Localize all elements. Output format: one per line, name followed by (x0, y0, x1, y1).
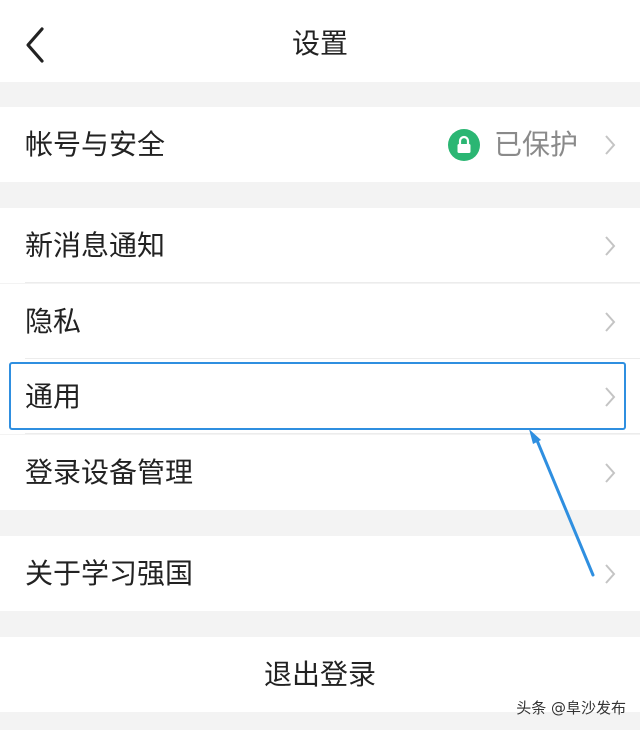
chevron-right-icon (605, 563, 616, 584)
account-security-label: 帐号与安全 (25, 127, 166, 161)
account-status-text: 已保护 (493, 127, 578, 161)
account-security-item[interactable]: 帐号与安全 已保护 (0, 107, 640, 182)
chevron-right-icon (605, 235, 616, 256)
chevron-right-icon (605, 311, 616, 332)
menu-item-login-devices[interactable]: 登录设备管理 (0, 435, 640, 510)
divider (25, 282, 640, 283)
menu-item-label: 隐私 (25, 304, 82, 338)
account-status: 已保护 (447, 125, 578, 165)
top-bar: 设置 (0, 0, 640, 82)
divider (25, 433, 640, 434)
menu-item-label: 通用 (25, 379, 82, 413)
menu-item-notifications[interactable]: 新消息通知 (0, 208, 640, 283)
watermark: 头条 @阜沙发布 (516, 699, 626, 717)
chevron-right-icon (605, 462, 616, 483)
menu-item-general[interactable]: 通用 (0, 359, 640, 434)
about-label: 关于学习强国 (25, 556, 194, 590)
chevron-right-icon (605, 386, 616, 407)
chevron-right-icon (605, 134, 616, 155)
menu-item-label: 登录设备管理 (25, 455, 194, 489)
menu-item-privacy[interactable]: 隐私 (0, 284, 640, 359)
lock-icon (447, 128, 480, 161)
menu-item-label: 新消息通知 (25, 228, 166, 262)
page-title: 设置 (291, 27, 348, 60)
menu-item-about[interactable]: 关于学习强国 (0, 536, 640, 611)
logout-label: 退出登录 (263, 657, 376, 691)
